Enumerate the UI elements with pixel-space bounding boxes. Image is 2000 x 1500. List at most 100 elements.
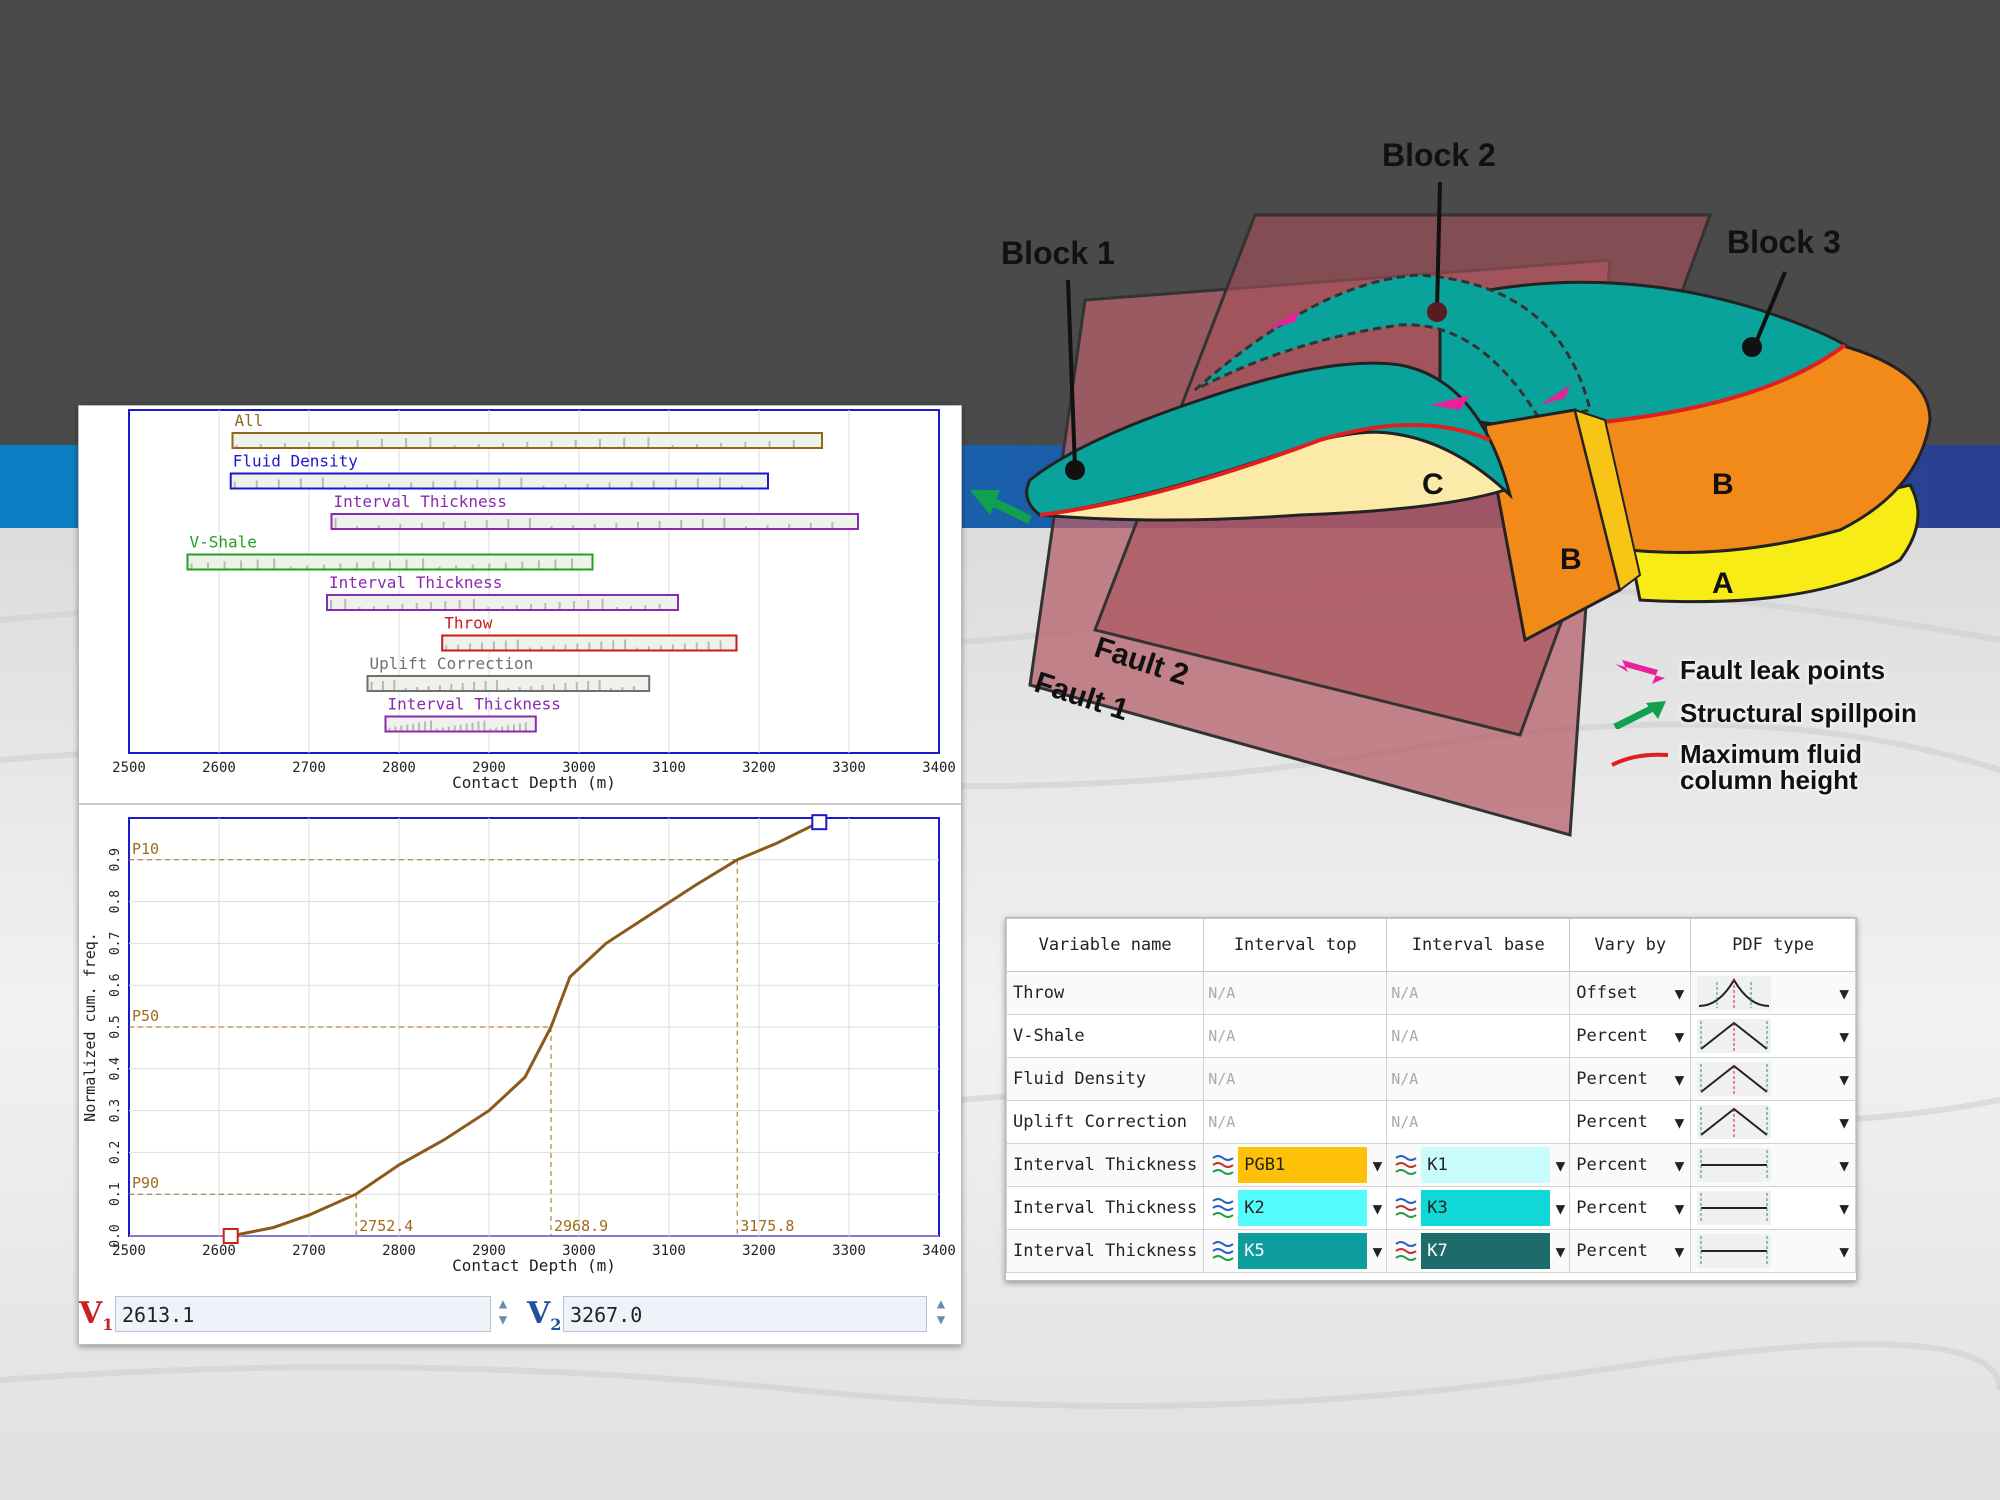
zone-a-label: A bbox=[1712, 567, 1734, 600]
dropdown-arrow-icon[interactable]: ▼ bbox=[1675, 1113, 1685, 1132]
dropdown-arrow-icon[interactable]: ▼ bbox=[1556, 1199, 1566, 1218]
header-pdf-type: PDF type bbox=[1690, 918, 1856, 972]
interval-top-value: N/A bbox=[1208, 984, 1236, 1002]
v2-input[interactable]: 3267.0 bbox=[563, 1296, 927, 1332]
vary-by-cell[interactable]: Percent ▼ bbox=[1569, 1100, 1692, 1144]
interval-top-cell[interactable]: PGB1 ▼ bbox=[1203, 1143, 1388, 1187]
pdf-type-cell[interactable]: ▼ bbox=[1690, 1143, 1856, 1187]
legend-spill: Structural spillpoin bbox=[1610, 698, 1917, 729]
interval-base-value[interactable]: K7 bbox=[1421, 1233, 1550, 1269]
pdf-triangle-icon bbox=[1697, 1062, 1772, 1096]
horizon-icon bbox=[1391, 1236, 1421, 1266]
vary-by-cell[interactable]: Percent ▼ bbox=[1569, 1014, 1692, 1058]
dropdown-arrow-icon[interactable]: ▼ bbox=[1556, 1156, 1566, 1175]
cum-chart-x-tick: 2800 bbox=[382, 1243, 416, 1259]
interval-top-value[interactable]: K2 bbox=[1238, 1190, 1367, 1226]
interval-base-cell[interactable]: K1 ▼ bbox=[1386, 1143, 1571, 1187]
pdf-uniform-icon bbox=[1697, 1148, 1772, 1182]
v1-spinner[interactable]: ▲ ▼ bbox=[493, 1296, 513, 1332]
vary-by-cell[interactable]: Percent ▼ bbox=[1569, 1143, 1692, 1187]
variables-table: Variable name Interval top Interval base… bbox=[1005, 918, 1856, 1273]
v2-spinner[interactable]: ▲ ▼ bbox=[931, 1296, 951, 1332]
interval-top-cell[interactable]: K5 ▼ bbox=[1203, 1229, 1388, 1273]
cum-chart-y-tick: 0.3 bbox=[108, 1099, 123, 1122]
interval-base-value[interactable]: K3 bbox=[1421, 1190, 1550, 1226]
dropdown-arrow-icon[interactable]: ▼ bbox=[1839, 1199, 1849, 1218]
dropdown-arrow-icon[interactable]: ▼ bbox=[1675, 1199, 1685, 1218]
interval-base-cell: N/A bbox=[1386, 1057, 1571, 1101]
pdf-triangle-icon bbox=[1697, 1105, 1772, 1139]
legend-max-height: Maximum fluid column height bbox=[1610, 741, 1917, 793]
v1-input[interactable]: 2613.1 bbox=[115, 1296, 491, 1332]
leak-arrow-icon bbox=[1615, 659, 1665, 684]
interval-top-cell: N/A bbox=[1203, 1014, 1388, 1058]
dropdown-arrow-icon[interactable]: ▼ bbox=[1675, 1070, 1685, 1089]
cum-chart-y-tick: 0.6 bbox=[108, 973, 123, 996]
vary-by-value[interactable]: Percent bbox=[1576, 1112, 1648, 1132]
v2-label: V2 bbox=[527, 1296, 562, 1334]
interval-top-value[interactable]: K5 bbox=[1238, 1233, 1367, 1269]
dropdown-arrow-icon[interactable]: ▼ bbox=[1373, 1242, 1383, 1261]
cum-chart-x-tick: 3300 bbox=[832, 1243, 866, 1259]
vary-by-value[interactable]: Percent bbox=[1576, 1241, 1648, 1261]
interval-top-value: N/A bbox=[1208, 1027, 1236, 1045]
interval-base-value[interactable]: K1 bbox=[1421, 1147, 1550, 1183]
vary-by-cell[interactable]: Percent ▼ bbox=[1569, 1057, 1692, 1101]
range-series-label: Interval Thickness bbox=[334, 492, 507, 511]
dropdown-arrow-icon[interactable]: ▼ bbox=[1839, 1113, 1849, 1132]
interval-top-cell[interactable]: K2 ▼ bbox=[1203, 1186, 1388, 1230]
horizon-icon bbox=[1208, 1193, 1238, 1223]
range-series-label: Fluid Density bbox=[233, 452, 359, 471]
interval-base-cell[interactable]: K3 ▼ bbox=[1386, 1186, 1571, 1230]
table-row: Fluid Density N/A N/A Percent ▼ ▼ bbox=[1005, 1057, 1856, 1101]
dropdown-arrow-icon[interactable]: ▼ bbox=[1839, 1156, 1849, 1175]
vary-by-value[interactable]: Percent bbox=[1576, 1026, 1648, 1046]
cum-chart-y-tick: 0.4 bbox=[108, 1057, 123, 1081]
range-chart-tick-label: 3100 bbox=[652, 760, 686, 776]
table-row: Interval Thickness PGB1 ▼ K1 ▼ Percent ▼ ▼ bbox=[1005, 1143, 1856, 1187]
legend-leak: Fault leak points bbox=[1610, 655, 1917, 686]
vary-by-value[interactable]: Percent bbox=[1576, 1069, 1648, 1089]
table-row: Interval Thickness K5 ▼ K7 ▼ Percent ▼ ▼ bbox=[1005, 1229, 1856, 1273]
pdf-type-cell[interactable]: ▼ bbox=[1690, 1186, 1856, 1230]
range-chart-tick-label: 2800 bbox=[382, 760, 416, 776]
pdf-type-cell[interactable]: ▼ bbox=[1690, 1014, 1856, 1058]
dropdown-arrow-icon[interactable]: ▼ bbox=[1839, 984, 1849, 1003]
table-row: Uplift Correction N/A N/A Percent ▼ ▼ bbox=[1005, 1100, 1856, 1144]
dropdown-arrow-icon[interactable]: ▼ bbox=[1675, 1156, 1685, 1175]
dropdown-arrow-icon[interactable]: ▼ bbox=[1675, 984, 1685, 1003]
dropdown-arrow-icon[interactable]: ▼ bbox=[1373, 1156, 1383, 1175]
dropdown-arrow-icon[interactable]: ▼ bbox=[1839, 1242, 1849, 1261]
pdf-type-cell[interactable]: ▼ bbox=[1690, 971, 1856, 1015]
vary-by-cell[interactable]: Percent ▼ bbox=[1569, 1186, 1692, 1230]
dropdown-arrow-icon[interactable]: ▼ bbox=[1675, 1027, 1685, 1046]
horizon-icon bbox=[1391, 1150, 1421, 1180]
vary-by-value[interactable]: Offset bbox=[1576, 983, 1637, 1003]
pdf-triangle-icon bbox=[1697, 1019, 1772, 1053]
range-chart-x-label: Contact Depth (m) bbox=[452, 773, 616, 792]
interval-top-cell: N/A bbox=[1203, 1057, 1388, 1101]
v1-label: V1 bbox=[79, 1296, 114, 1334]
dropdown-arrow-icon[interactable]: ▼ bbox=[1675, 1242, 1685, 1261]
vary-by-value[interactable]: Percent bbox=[1576, 1155, 1648, 1175]
interval-top-value: N/A bbox=[1208, 1113, 1236, 1131]
vary-by-value[interactable]: Percent bbox=[1576, 1198, 1648, 1218]
table-header-row: Variable name Interval top Interval base… bbox=[1005, 918, 1856, 972]
cum-chart-y-tick: 0.0 bbox=[108, 1224, 123, 1247]
vary-by-cell[interactable]: Percent ▼ bbox=[1569, 1229, 1692, 1273]
dropdown-arrow-icon[interactable]: ▼ bbox=[1839, 1027, 1849, 1046]
pdf-type-cell[interactable]: ▼ bbox=[1690, 1229, 1856, 1273]
dropdown-arrow-icon[interactable]: ▼ bbox=[1373, 1199, 1383, 1218]
range-series-label: Interval Thickness bbox=[329, 573, 502, 592]
dropdown-arrow-icon[interactable]: ▼ bbox=[1556, 1242, 1566, 1261]
interval-top-value[interactable]: PGB1 bbox=[1238, 1147, 1367, 1183]
pdf-type-cell[interactable]: ▼ bbox=[1690, 1057, 1856, 1101]
dropdown-arrow-icon[interactable]: ▼ bbox=[1839, 1070, 1849, 1089]
interval-top-cell: N/A bbox=[1203, 1100, 1388, 1144]
pdf-type-cell[interactable]: ▼ bbox=[1690, 1100, 1856, 1144]
range-series-label: Interval Thickness bbox=[388, 695, 561, 714]
interval-base-cell[interactable]: K7 ▼ bbox=[1386, 1229, 1571, 1273]
pdf-uniform-icon bbox=[1697, 1191, 1772, 1225]
vary-by-cell[interactable]: Offset ▼ bbox=[1569, 971, 1692, 1015]
variable-name-cell: Fluid Density bbox=[1005, 1057, 1205, 1101]
